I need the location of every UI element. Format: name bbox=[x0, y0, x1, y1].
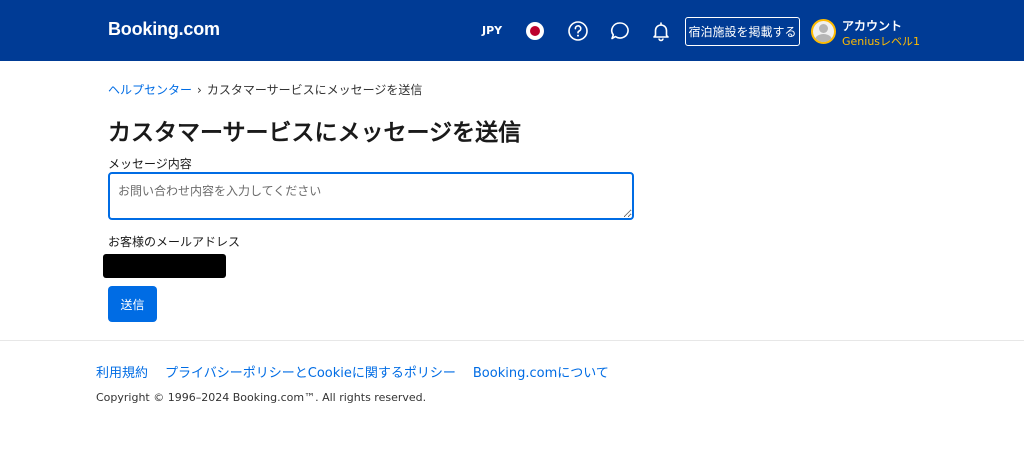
submit-button[interactable]: 送信 bbox=[108, 286, 157, 322]
page-title: カスタマーサービスにメッセージを送信 bbox=[108, 120, 522, 146]
list-property-button[interactable]: 宿泊施設を掲載する bbox=[685, 17, 800, 46]
booking-logo[interactable]: Booking.com bbox=[108, 19, 220, 40]
footer-links: 利用規約 プライバシーポリシーとCookieに関するポリシー Booking.c… bbox=[96, 362, 626, 381]
copyright-text: Copyright © 1996–2024 Booking.com™. All … bbox=[96, 391, 427, 404]
help-icon[interactable] bbox=[567, 20, 589, 42]
message-input[interactable] bbox=[108, 172, 634, 220]
avatar[interactable] bbox=[811, 19, 836, 44]
privacy-cookie-policy-link[interactable]: プライバシーポリシーとCookieに関するポリシー bbox=[165, 362, 456, 381]
chat-icon[interactable] bbox=[609, 20, 631, 42]
genius-level: Geniusレベル1 bbox=[842, 35, 921, 48]
about-booking-link[interactable]: Booking.comについて bbox=[473, 362, 609, 381]
message-label: メッセージ内容 bbox=[108, 157, 192, 171]
bell-icon[interactable] bbox=[650, 20, 672, 42]
email-value-redacted bbox=[103, 254, 226, 278]
top-navigation-bar: Booking.com JPY 宿泊施設を掲載する アカウント Geniusレベ… bbox=[0, 0, 1024, 61]
breadcrumb-current: カスタマーサービスにメッセージを送信 bbox=[206, 83, 423, 97]
terms-link[interactable]: 利用規約 bbox=[96, 362, 148, 381]
chevron-right-icon: › bbox=[197, 82, 202, 97]
account-name[interactable]: アカウント bbox=[842, 17, 902, 34]
footer-divider bbox=[0, 340, 1024, 341]
japan-flag-icon[interactable] bbox=[526, 22, 544, 40]
breadcrumb-help-center-link[interactable]: ヘルプセンター bbox=[108, 81, 192, 98]
email-label: お客様のメールアドレス bbox=[108, 235, 241, 249]
currency-selector[interactable]: JPY bbox=[482, 24, 502, 37]
breadcrumb: ヘルプセンター › カスタマーサービスにメッセージを送信 bbox=[108, 81, 422, 98]
